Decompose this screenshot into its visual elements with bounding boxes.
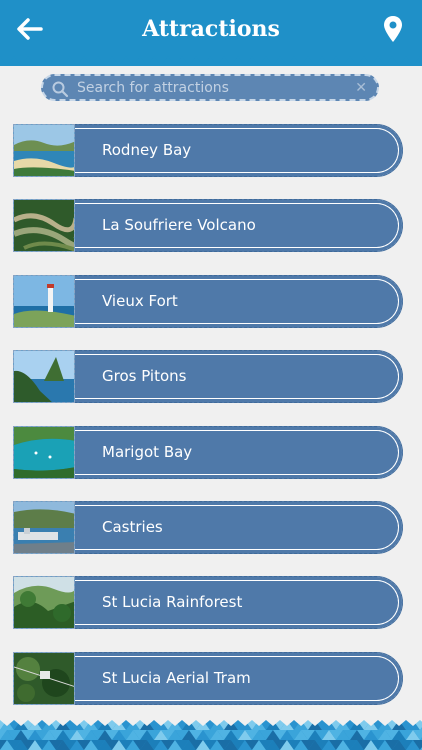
close-icon[interactable]: ✕ [355,79,367,97]
attraction-label: St Lucia Aerial Tram [102,668,251,687]
attraction-label: Castries [102,518,163,536]
attraction-item[interactable]: St Lucia Rainforest [13,576,403,630]
page-title: Attractions [142,16,280,42]
footer-pattern [0,720,422,750]
attraction-thumbnail [13,576,75,630]
map-button[interactable] [380,14,406,44]
attraction-label: Gros Pitons [102,367,187,386]
attraction-thumbnail [13,199,75,253]
attraction-item[interactable]: Marigot Bay [13,425,403,479]
attraction-item[interactable]: St Lucia Aerial Tram [13,651,403,705]
attraction-thumbnail [13,501,75,554]
app-header: Attractions [0,0,422,66]
search-input[interactable] [77,76,347,99]
map-pin-icon [384,16,402,42]
header-zigzag-edge [0,56,422,66]
attraction-label: St Lucia Rainforest [102,593,243,612]
attraction-thumbnail [13,425,75,479]
attraction-item[interactable]: La Soufriere Volcano [13,199,403,253]
attraction-thumbnail [13,274,75,328]
attraction-item[interactable]: Castries [13,501,403,554]
attraction-thumbnail [13,651,75,705]
attraction-label: La Soufriere Volcano [102,216,256,235]
attraction-label: Vieux Fort [102,291,178,310]
attraction-item[interactable]: Vieux Fort [13,274,403,328]
attraction-item[interactable]: Rodney Bay [13,124,403,177]
search-icon [52,81,69,98]
attraction-label: Rodney Bay [102,141,192,159]
attraction-thumbnail [13,124,75,177]
attraction-label: Marigot Bay [102,442,193,461]
attraction-thumbnail [13,350,75,404]
search-bar[interactable]: ✕ [41,74,379,101]
attraction-item[interactable]: Gros Pitons [13,350,403,404]
